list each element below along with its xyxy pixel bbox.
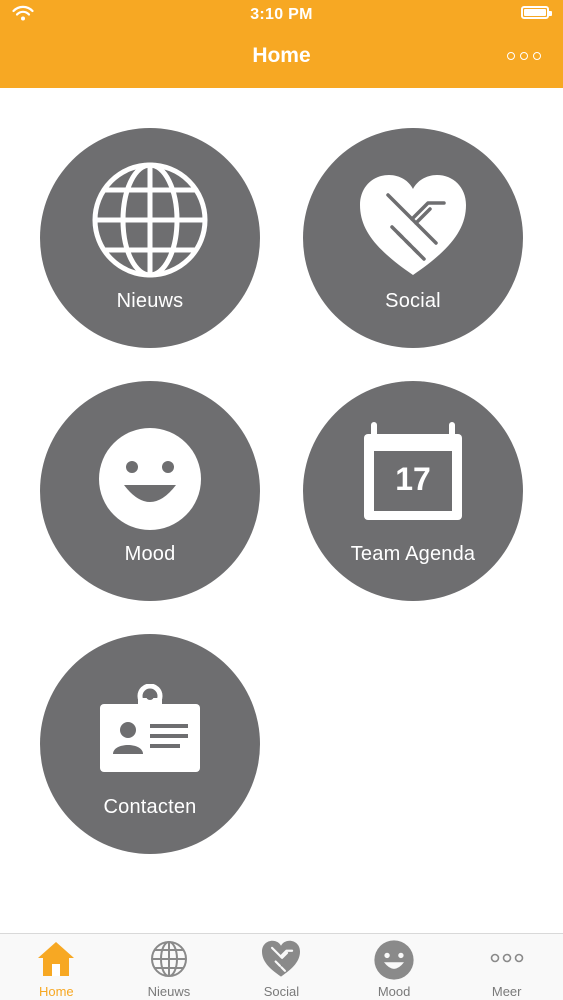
tile-label: Team Agenda <box>350 543 476 565</box>
globe-icon <box>150 941 187 977</box>
handshake-heart-icon <box>360 175 466 275</box>
tile-label: Nieuws <box>116 290 184 312</box>
tile-label: Mood <box>124 543 176 565</box>
globe-icon <box>92 162 208 278</box>
status-bar: 3:10 PM <box>0 0 563 30</box>
more-options-button[interactable] <box>507 48 541 64</box>
home-icon <box>38 942 75 976</box>
page-title: Home <box>252 44 311 67</box>
tab-home[interactable]: Home <box>0 934 113 1000</box>
tab-label: Meer <box>491 984 522 999</box>
tab-label: Mood <box>377 984 411 999</box>
battery-icon <box>521 6 552 19</box>
tab-label: Social <box>263 984 300 999</box>
tile-contacten[interactable]: Contacten <box>40 634 260 854</box>
dot-icon <box>533 52 541 60</box>
dot-icon <box>507 52 515 60</box>
header-bar: 3:10 PM Home <box>0 0 563 88</box>
tab-label: Home <box>38 984 74 999</box>
tab-label: Nieuws <box>147 984 191 999</box>
tile-team-agenda[interactable]: 17 Team Agenda <box>303 381 523 601</box>
tile-social[interactable]: Social <box>303 128 523 348</box>
tile-label: Social <box>385 290 441 312</box>
smiley-icon <box>374 940 414 980</box>
smiley-icon <box>99 428 201 530</box>
tab-meer[interactable]: Meer <box>450 934 563 1000</box>
tab-bar: Home Nieuws Social Mood Meer <box>0 933 563 1000</box>
id-badge-icon <box>100 684 200 772</box>
tab-social[interactable]: Social <box>225 934 338 1000</box>
more-dots-icon <box>490 953 523 963</box>
tile-nieuws[interactable]: Nieuws <box>40 128 260 348</box>
dot-icon <box>520 52 528 60</box>
tab-nieuws[interactable]: Nieuws <box>113 934 226 1000</box>
handshake-heart-icon <box>262 940 301 977</box>
tile-mood[interactable]: Mood <box>40 381 260 601</box>
calendar-day-number: 17 <box>395 461 431 497</box>
status-time: 3:10 PM <box>250 6 313 23</box>
tile-label: Contacten <box>103 796 197 818</box>
tab-mood[interactable]: Mood <box>338 934 451 1000</box>
